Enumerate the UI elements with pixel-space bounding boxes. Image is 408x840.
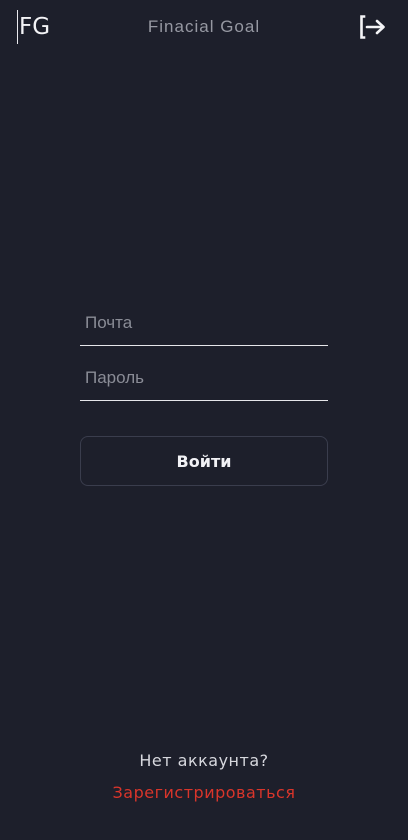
login-button[interactable]: Войти: [80, 436, 328, 486]
password-input[interactable]: [80, 355, 328, 400]
logout-button[interactable]: [358, 13, 388, 41]
login-form: Войти: [80, 300, 328, 486]
register-prompt: Нет аккаунта? Зарегистрироваться: [0, 751, 408, 802]
app-header: FG Finacial Goal: [0, 0, 408, 56]
no-account-text: Нет аккаунта?: [139, 751, 269, 770]
register-link[interactable]: Зарегистрироваться: [113, 783, 296, 802]
password-field-wrapper: [80, 355, 328, 401]
app-title: Finacial Goal: [147, 17, 261, 36]
email-input[interactable]: [80, 300, 328, 345]
email-field-wrapper: [80, 300, 328, 346]
logout-icon: [360, 15, 385, 39]
